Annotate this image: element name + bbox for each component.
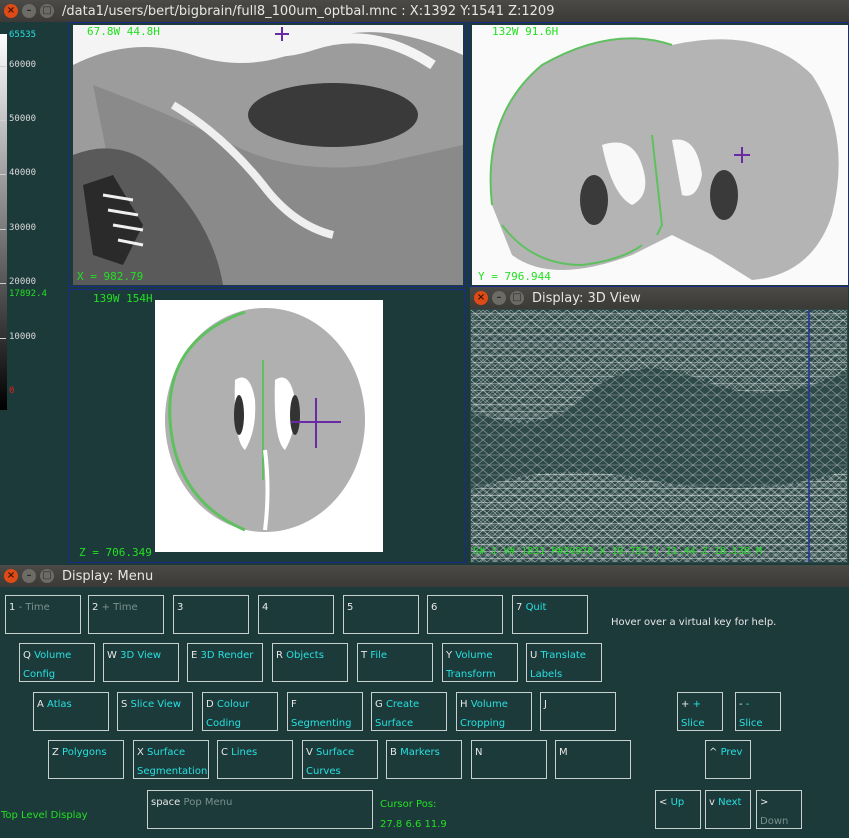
colorbar-label-min: 0 — [9, 386, 15, 396]
colorbar-label: 40000 — [9, 168, 37, 178]
3d-view-status: S# 1 V# 1831 P#20970 X 19.752 Y 11.44 Z … — [473, 546, 762, 557]
colorbar-gradient[interactable] — [0, 34, 7, 410]
key-a-atlas[interactable]: A Atlas — [33, 692, 109, 731]
colorbar-label: 60000 — [9, 60, 37, 70]
colorbar-label: 20000 — [9, 277, 37, 287]
key-7-quit[interactable]: 7 Quit — [512, 595, 588, 634]
colorbar-tick — [0, 174, 6, 175]
colorbar-label: 50000 — [9, 114, 37, 124]
minimize-window-button[interactable]: – — [22, 4, 36, 18]
coronal-brain-tissue — [472, 25, 848, 285]
key-up[interactable]: < Up — [655, 790, 701, 829]
key-x-surface-segmentation[interactable]: X Surface Segmentation — [133, 740, 209, 779]
key-u-translate-labels[interactable]: U Translate Labels — [526, 643, 602, 682]
key-down[interactable]: > Down — [756, 790, 802, 829]
menu-panel: 1 - Time 2 + Time 3 4 5 6 7 Quit Hover o… — [0, 587, 849, 838]
coronal-slice-view[interactable]: 132W 91.6H Y = 796.944 — [469, 22, 849, 287]
key-prev[interactable]: ^ Prev — [705, 740, 751, 779]
main-window-title: /data1/users/bert/bigbrain/full8_100um_o… — [62, 3, 555, 19]
close-window-button[interactable]: × — [4, 4, 18, 18]
menu-window-title: Display: Menu — [62, 568, 154, 584]
key-space-pop-menu[interactable]: space Pop Menu — [147, 790, 373, 829]
colorbar-label: 10000 — [9, 332, 37, 342]
colorbar-tick — [0, 338, 6, 339]
colorbar-tick — [0, 66, 6, 67]
maximize-3d-view-button[interactable]: □ — [510, 291, 524, 305]
colorbar-label-max: 65535 — [9, 30, 37, 40]
close-menu-button[interactable]: × — [4, 569, 18, 583]
key-w-3d-view[interactable]: W 3D View — [103, 643, 179, 682]
key-m[interactable]: M — [555, 740, 631, 779]
close-3d-view-button[interactable]: × — [474, 291, 488, 305]
key-1-minus-time[interactable]: 1 - Time — [5, 595, 81, 634]
cursor-pos-label: Cursor Pos: — [380, 799, 437, 810]
key-z-polygons[interactable]: Z Polygons — [48, 740, 124, 779]
3d-view-titlebar: × – □ Display: 3D View — [470, 287, 848, 309]
key-minus-slice[interactable]: - - Slice — [735, 692, 781, 731]
sagittal-cursor-v — [281, 27, 283, 41]
top-level-display-label: Top Level Display — [1, 810, 88, 821]
key-r-objects[interactable]: R Objects — [272, 643, 348, 682]
axial-slice-image[interactable] — [155, 300, 383, 552]
menu-window-titlebar: × – □ Display: Menu — [0, 565, 849, 587]
key-t-file[interactable]: T File — [357, 643, 433, 682]
axial-slice-view[interactable]: 139W 154H Z = 706.349 — [68, 289, 466, 563]
colorbar-panel: 65535 60000 50000 40000 30000 20000 1789… — [0, 22, 68, 562]
key-y-volume-transform[interactable]: Y Volume Transform — [442, 643, 518, 682]
key-4[interactable]: 4 — [258, 595, 334, 634]
sagittal-brain-tissue — [73, 25, 463, 285]
minimize-3d-view-button[interactable]: – — [492, 291, 506, 305]
key-5[interactable]: 5 — [343, 595, 419, 634]
key-v-surface-curves[interactable]: V Surface Curves — [302, 740, 378, 779]
colorbar-threshold-label: 17892.4 — [9, 289, 47, 299]
maximize-menu-button[interactable]: □ — [40, 569, 54, 583]
sagittal-coordinate: X = 982.79 — [77, 270, 144, 283]
sagittal-dimensions: 67.8W 44.8H — [87, 25, 160, 38]
key-6[interactable]: 6 — [427, 595, 503, 634]
key-s-slice-view[interactable]: S Slice View — [117, 692, 193, 731]
sagittal-slice-view[interactable]: 67.8W 44.8H X = 982.79 — [68, 22, 465, 287]
menu-help-text: Hover over a virtual key for help. — [611, 617, 777, 628]
colorbar-tick — [0, 283, 6, 284]
minimize-menu-button[interactable]: – — [22, 569, 36, 583]
axial-brain-tissue — [155, 300, 383, 552]
key-j[interactable]: J — [540, 692, 616, 731]
key-d-colour-coding[interactable]: D Colour Coding — [202, 692, 278, 731]
sagittal-slice-image[interactable] — [73, 25, 463, 285]
3d-surface-mesh — [471, 310, 847, 562]
colorbar-label: 30000 — [9, 223, 37, 233]
key-g-create-surface[interactable]: G Create Surface — [371, 692, 447, 731]
cursor-pos-value: 27.8 6.6 11.9 — [380, 819, 447, 830]
key-b-markers[interactable]: B Markers — [386, 740, 462, 779]
3d-view-canvas[interactable]: S# 1 V# 1831 P#20970 X 19.752 Y 11.44 Z … — [470, 309, 848, 563]
3d-view-title: Display: 3D View — [532, 290, 641, 306]
axial-cursor-v — [315, 398, 317, 448]
key-h-volume-cropping[interactable]: H Volume Cropping — [456, 692, 532, 731]
key-q-volume-config[interactable]: Q Volume Config — [19, 643, 95, 682]
key-f-segmenting[interactable]: F Segmenting — [287, 692, 363, 731]
key-next[interactable]: v Next — [705, 790, 751, 829]
coronal-cursor-v — [741, 147, 743, 163]
key-e-3d-render[interactable]: E 3D Render — [187, 643, 263, 682]
colorbar-tick — [0, 120, 6, 121]
key-2-plus-time[interactable]: 2 + Time — [88, 595, 164, 634]
axial-coordinate: Z = 706.349 — [79, 546, 152, 559]
colorbar-tick — [0, 229, 6, 230]
main-window-titlebar: × – □ /data1/users/bert/bigbrain/full8_1… — [0, 0, 849, 22]
coronal-slice-image[interactable] — [472, 25, 848, 285]
coronal-dimensions: 132W 91.6H — [492, 25, 559, 38]
key-n[interactable]: N — [471, 740, 547, 779]
key-plus-slice[interactable]: + + Slice — [677, 692, 723, 731]
key-c-lines[interactable]: C Lines — [217, 740, 293, 779]
key-3[interactable]: 3 — [173, 595, 249, 634]
axial-dimensions: 139W 154H — [93, 292, 153, 305]
maximize-window-button[interactable]: □ — [40, 4, 54, 18]
coronal-coordinate: Y = 796.944 — [478, 270, 551, 283]
